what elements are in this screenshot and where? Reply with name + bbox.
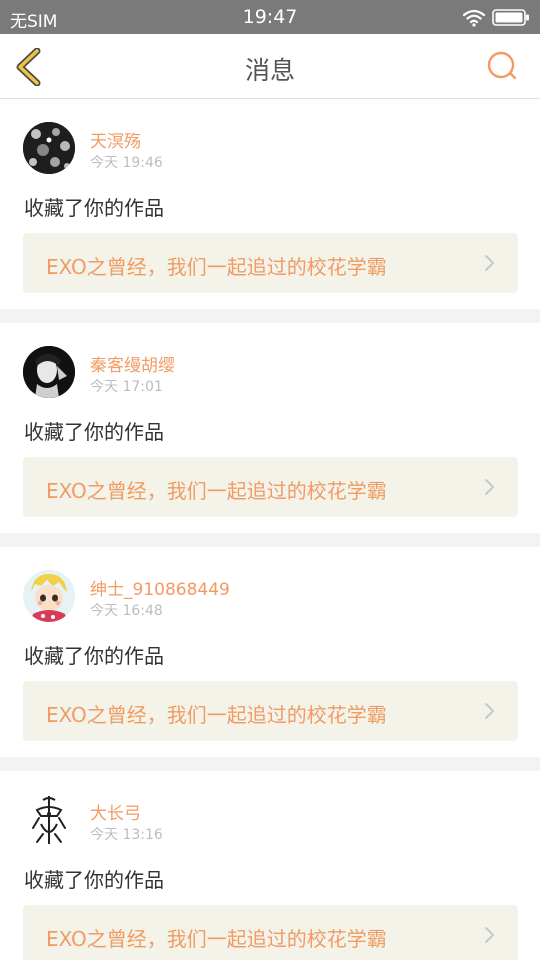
message-time: 今天 13:16 bbox=[90, 827, 163, 843]
avatar-image bbox=[23, 570, 75, 622]
message-card: 大长弓 今天 13:16 收藏了你的作品 EXO之曾经，我们一起追过的校花学霸 bbox=[0, 771, 540, 960]
work-title: EXO之曾经，我们一起追过的校花学霸 bbox=[46, 479, 387, 503]
action-text: 收藏了你的作品 bbox=[24, 420, 164, 444]
work-title: EXO之曾经，我们一起追过的校花学霸 bbox=[46, 927, 387, 951]
work-link[interactable]: EXO之曾经，我们一起追过的校花学霸 bbox=[23, 681, 518, 741]
chevron-right-icon bbox=[485, 703, 494, 719]
username[interactable]: 大长弓 bbox=[90, 799, 141, 824]
message-card: 天溟殇 今天 19:46 收藏了你的作品 EXO之曾经，我们一起追过的校花学霸 bbox=[0, 99, 540, 309]
wifi-icon bbox=[462, 9, 486, 27]
work-title: EXO之曾经，我们一起追过的校花学霸 bbox=[46, 703, 387, 727]
avatar[interactable] bbox=[23, 794, 75, 846]
avatar-image bbox=[23, 346, 75, 398]
action-text: 收藏了你的作品 bbox=[24, 196, 164, 220]
message-list[interactable]: 天溟殇 今天 19:46 收藏了你的作品 EXO之曾经，我们一起追过的校花学霸 … bbox=[0, 99, 540, 960]
avatar[interactable] bbox=[23, 570, 75, 622]
status-bar: 无SIM 19:47 bbox=[0, 0, 540, 34]
chevron-right-icon bbox=[485, 927, 494, 943]
top-navigation-bar: 消息 bbox=[0, 34, 540, 99]
page-title: 消息 bbox=[244, 56, 295, 85]
username[interactable]: 秦客缦胡缨 bbox=[90, 351, 175, 376]
message-time: 今天 19:46 bbox=[90, 155, 163, 171]
work-link[interactable]: EXO之曾经，我们一起追过的校花学霸 bbox=[23, 233, 518, 293]
avatar-image bbox=[23, 794, 75, 846]
avatar[interactable] bbox=[23, 346, 75, 398]
username[interactable]: 天溟殇 bbox=[90, 127, 141, 152]
message-time: 今天 16:48 bbox=[90, 603, 163, 619]
status-time: 19:47 bbox=[242, 6, 298, 28]
message-card: 绅士_910868449 今天 16:48 收藏了你的作品 EXO之曾经，我们一… bbox=[0, 547, 540, 757]
work-title: EXO之曾经，我们一起追过的校花学霸 bbox=[46, 255, 387, 279]
battery-icon bbox=[492, 9, 529, 26]
avatar-image bbox=[23, 122, 75, 174]
chevron-right-icon bbox=[485, 255, 494, 271]
action-text: 收藏了你的作品 bbox=[24, 644, 164, 668]
work-link[interactable]: EXO之曾经，我们一起追过的校花学霸 bbox=[23, 905, 518, 960]
message-card: 秦客缦胡缨 今天 17:01 收藏了你的作品 EXO之曾经，我们一起追过的校花学… bbox=[0, 323, 540, 533]
avatar[interactable] bbox=[23, 122, 75, 174]
action-text: 收藏了你的作品 bbox=[24, 868, 164, 892]
search-icon[interactable] bbox=[486, 50, 520, 82]
username[interactable]: 绅士_910868449 bbox=[90, 575, 230, 600]
chevron-right-icon bbox=[485, 479, 494, 495]
work-link[interactable]: EXO之曾经，我们一起追过的校花学霸 bbox=[23, 457, 518, 517]
message-time: 今天 17:01 bbox=[90, 379, 163, 395]
